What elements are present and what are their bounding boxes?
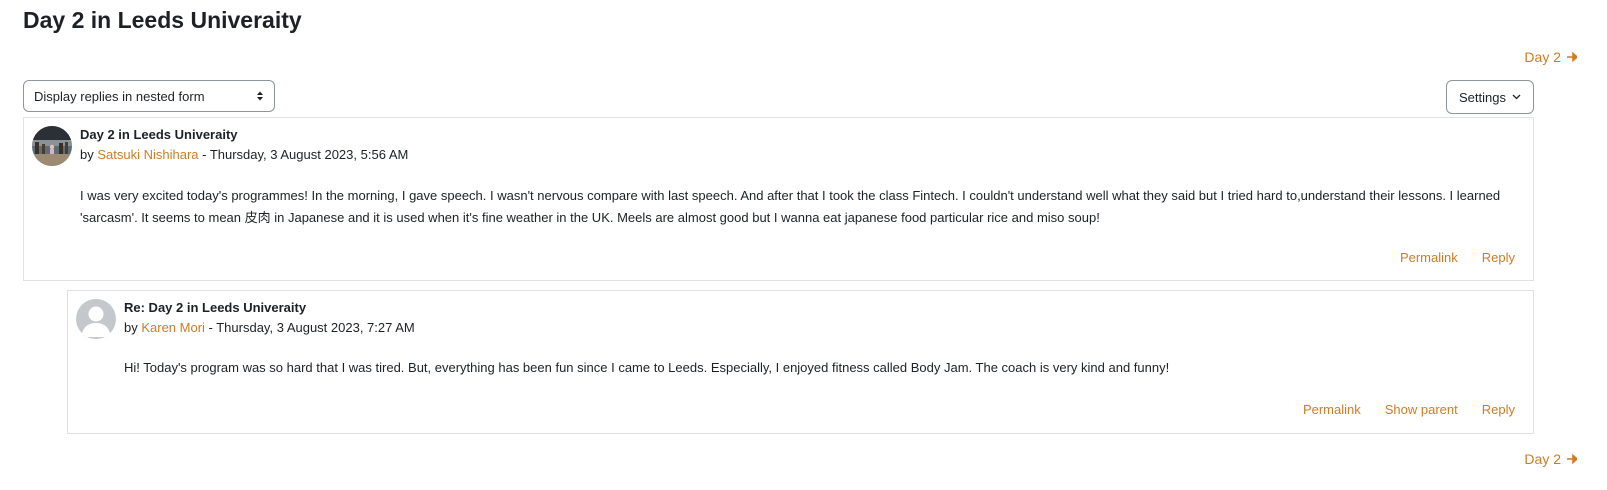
next-discussion-link-bottom[interactable]: Day 2 [1524,451,1577,467]
post-actions: Permalink Show parent Reply [1303,402,1515,417]
select-caret-icon [256,90,264,102]
post-byline: by Satsuki Nishihara - Thursday, 3 Augus… [80,147,408,162]
settings-button[interactable]: Settings [1446,80,1534,114]
arrow-right-icon [1567,52,1577,62]
post-byline: by Karen Mori - Thursday, 3 August 2023,… [124,320,415,335]
permalink-link[interactable]: Permalink [1303,402,1361,417]
avatar[interactable] [32,126,72,166]
next-discussion-label: Day 2 [1524,451,1561,467]
post-body: Hi! Today's program was so hard that I w… [124,360,1170,375]
by-label: by [124,320,142,335]
next-discussion-link-top[interactable]: Day 2 [1524,49,1577,65]
permalink-link[interactable]: Permalink [1400,250,1458,265]
post-date: - Thursday, 3 August 2023, 7:27 AM [204,320,415,335]
post-subject: Re: Day 2 in Leeds Univeraity [124,300,307,315]
discussion-page: Day 2 in Leeds Univeraity Day 2 Display … [0,0,1607,490]
page-title: Day 2 in Leeds Univeraity [23,7,302,33]
avatar[interactable] [76,299,116,339]
author-link[interactable]: Karen Mori [141,320,205,335]
author-link[interactable]: Satsuki Nishihara [97,147,198,162]
forum-post: Day 2 in Leeds Univeraity by Satsuki Nis… [23,117,1534,281]
reply-link[interactable]: Reply [1482,402,1515,417]
display-mode-select[interactable]: Display replies in nested form [23,80,275,112]
show-parent-link[interactable]: Show parent [1385,402,1458,417]
reply-link[interactable]: Reply [1482,250,1515,265]
post-body: I was very excited today's programmes! I… [80,188,1501,225]
settings-label: Settings [1459,89,1506,105]
by-label: by [80,147,98,162]
next-discussion-label: Day 2 [1524,49,1561,65]
forum-post-reply: Re: Day 2 in Leeds Univeraity by Karen M… [67,290,1534,434]
post-date: - Thursday, 3 August 2023, 5:56 AM [198,147,409,162]
arrow-right-icon [1567,454,1577,464]
chevron-down-icon [1512,94,1521,100]
post-actions: Permalink Reply [1400,250,1515,265]
post-subject: Day 2 in Leeds Univeraity [80,127,238,142]
display-mode-value: Display replies in nested form [34,88,205,104]
